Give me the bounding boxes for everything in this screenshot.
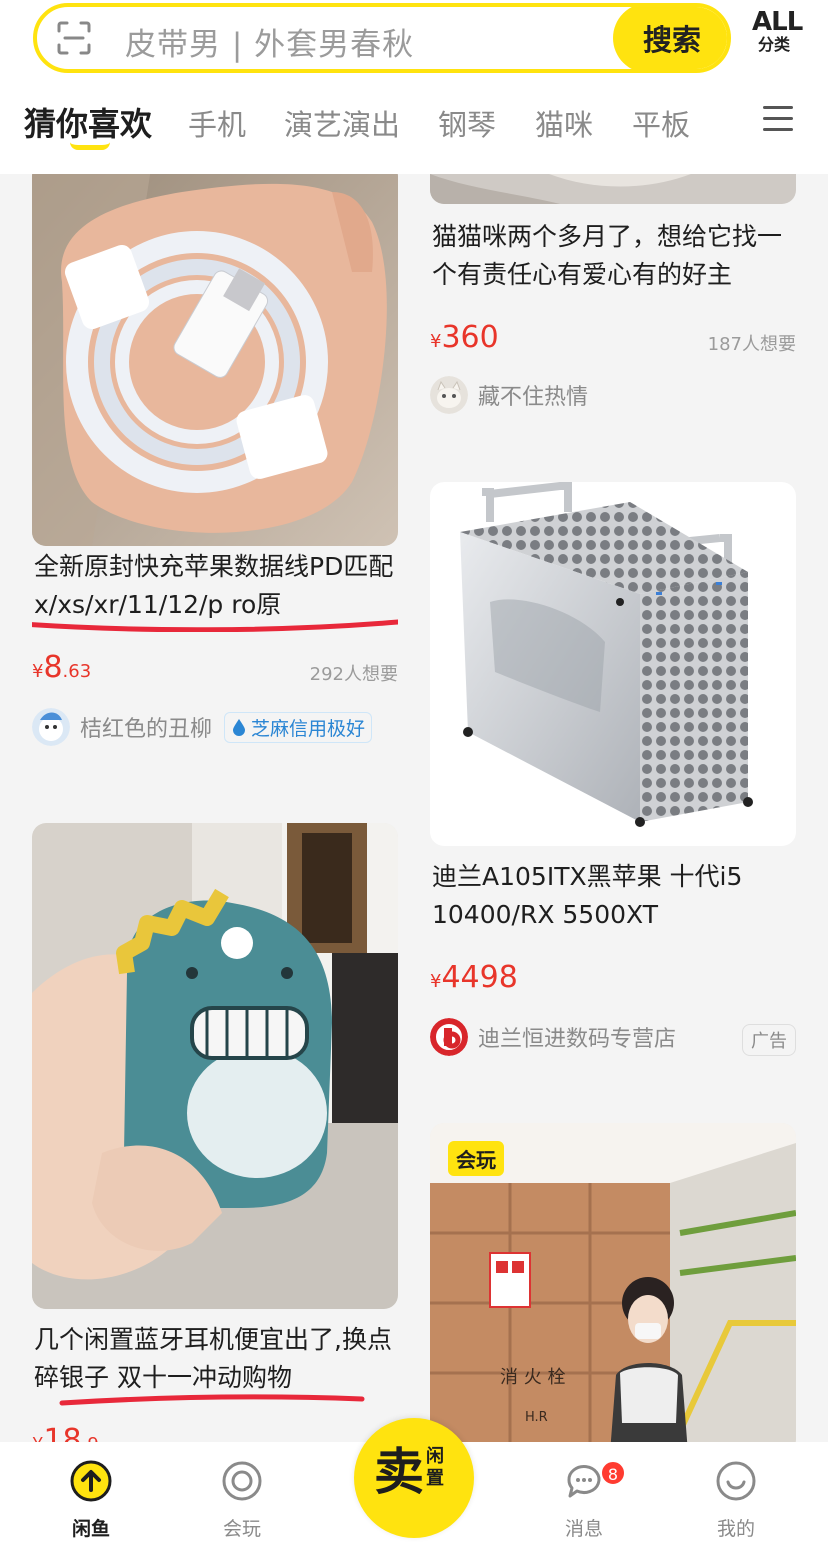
product-card[interactable]: 迪兰A105ITX黑苹果 十代i5 10400/RX 5500XT ¥4498 … <box>430 482 796 1072</box>
price-currency: ¥ <box>430 331 442 352</box>
product-title[interactable]: 迪兰A105ITX黑苹果 十代i5 10400/RX 5500XT <box>430 858 796 934</box>
product-image-earphone-case[interactable] <box>32 823 398 1309</box>
wants-count: 187人想要 <box>707 334 796 355</box>
sign-subtext: H.R <box>525 1410 548 1425</box>
nav-label: 会玩 <box>222 1518 261 1540</box>
menu-icon[interactable] <box>763 106 793 132</box>
target-icon <box>222 1461 262 1501</box>
sell-label: 卖 <box>374 1443 424 1501</box>
seller-name[interactable]: 桔红色的丑柳 <box>80 711 212 743</box>
product-price: ¥360 <box>430 320 499 355</box>
store-logo-icon[interactable] <box>430 1018 468 1056</box>
nav-huiwan[interactable]: 会玩 <box>202 1460 282 1541</box>
price-currency: ¥ <box>32 1434 43 1442</box>
product-price: ¥18.9 <box>32 1423 99 1442</box>
sign-text: 消 火 栓 <box>500 1367 565 1388</box>
drop-icon <box>233 719 246 736</box>
category-tabs: 猜你喜欢 手机 演艺演出 钢琴 猫咪 平板 <box>0 82 828 174</box>
nav-me[interactable]: 我的 <box>696 1460 776 1541</box>
nav-label: 我的 <box>716 1518 755 1540</box>
xianyu-icon <box>70 1460 112 1502</box>
product-image-cat[interactable] <box>430 174 796 204</box>
nav-label: 闲鱼 <box>71 1518 110 1540</box>
seller-info[interactable]: 迪兰恒进数码专营店 <box>430 1018 676 1056</box>
nav-xianyu[interactable]: 闲鱼 <box>51 1460 131 1541</box>
price-currency: ¥ <box>430 971 442 992</box>
all-categories-button[interactable]: ALL 分类 <box>752 7 803 54</box>
message-icon <box>567 1465 601 1498</box>
product-card[interactable]: 消 火 栓 H.R 会玩 <box>430 1123 796 1442</box>
search-bar[interactable]: 皮带男 | 外套男春秋 搜索 <box>33 3 731 73</box>
smile-icon <box>716 1461 756 1501</box>
bottom-nav: 闲鱼 会玩 卖 闲置 消息 8 我的 <box>0 1418 828 1549</box>
tab-phone[interactable]: 手机 <box>188 102 246 144</box>
huiwan-badge: 会玩 <box>448 1141 504 1176</box>
wants-count: 292人想要 <box>309 664 398 685</box>
search-button[interactable]: 搜索 <box>613 7 727 69</box>
scan-icon[interactable] <box>57 21 91 55</box>
product-feed[interactable]: 全新原封快充苹果数据线PD匹配x/xs/xr/11/12/p ro原 ¥8.63… <box>0 174 828 1442</box>
price-integer: 360 <box>441 320 499 355</box>
price-decimal: .63 <box>62 661 92 682</box>
all-label: ALL <box>752 7 803 37</box>
seller-info[interactable]: 藏不住热情 <box>430 376 588 414</box>
product-card[interactable]: 全新原封快充苹果数据线PD匹配x/xs/xr/11/12/p ro原 ¥8.63… <box>32 174 398 766</box>
avatar[interactable] <box>430 376 468 414</box>
tab-tablet[interactable]: 平板 <box>632 102 690 144</box>
product-card[interactable]: 几个闲置蓝牙耳机便宜出了,换点碎银子 双十一冲动购物 ¥18.9 <box>32 823 398 1442</box>
seller-name[interactable]: 藏不住热情 <box>478 379 588 411</box>
tab-recommend[interactable]: 猜你喜欢 <box>24 99 152 145</box>
active-tab-indicator <box>70 142 110 150</box>
sell-sublabel: 闲置 <box>426 1446 444 1489</box>
tab-performance[interactable]: 演艺演出 <box>284 102 400 144</box>
price-decimal: .9 <box>82 1434 99 1442</box>
price-currency: ¥ <box>32 661 44 682</box>
tab-piano[interactable]: 钢琴 <box>438 102 496 144</box>
price-integer: 8 <box>43 650 63 685</box>
credit-badge: 芝麻信用极好 <box>224 711 373 743</box>
sell-button[interactable]: 卖 闲置 <box>354 1418 474 1538</box>
search-input[interactable]: 皮带男 | 外套男春秋 <box>125 19 414 64</box>
product-card[interactable]: 猫猫咪两个多月了，想给它找一个有责任心有爱心有的好主 ¥360 187人想要 藏… <box>430 174 796 434</box>
tab-cat[interactable]: 猫咪 <box>535 102 593 144</box>
category-label: 分类 <box>757 35 790 54</box>
product-price: ¥4498 <box>430 960 518 995</box>
handdrawn-underline <box>59 1394 365 1406</box>
price-integer: 18 <box>43 1423 82 1442</box>
product-title[interactable]: 几个闲置蓝牙耳机便宜出了,换点碎银子 双十一冲动购物 <box>32 1321 398 1397</box>
seller-info[interactable]: 桔红色的丑柳 芝麻信用极好 <box>32 708 373 746</box>
message-badge: 8 <box>600 1460 626 1486</box>
price-integer: 4498 <box>441 960 518 995</box>
product-image-pc-case[interactable] <box>430 482 796 846</box>
handdrawn-underline <box>32 619 398 632</box>
avatar[interactable] <box>32 708 70 746</box>
nav-label: 消息 <box>564 1518 603 1540</box>
product-title[interactable]: 猫猫咪两个多月了，想给它找一个有责任心有爱心有的好主 <box>430 218 796 294</box>
product-price: ¥8.63 <box>32 650 91 685</box>
seller-name[interactable]: 迪兰恒进数码专营店 <box>478 1021 676 1053</box>
product-image-usb-cable[interactable] <box>32 174 398 546</box>
ad-tag: 广告 <box>742 1024 796 1056</box>
header: 皮带男 | 外套男春秋 搜索 ALL 分类 <box>0 0 828 82</box>
credit-badge-label: 芝麻信用极好 <box>251 717 366 740</box>
